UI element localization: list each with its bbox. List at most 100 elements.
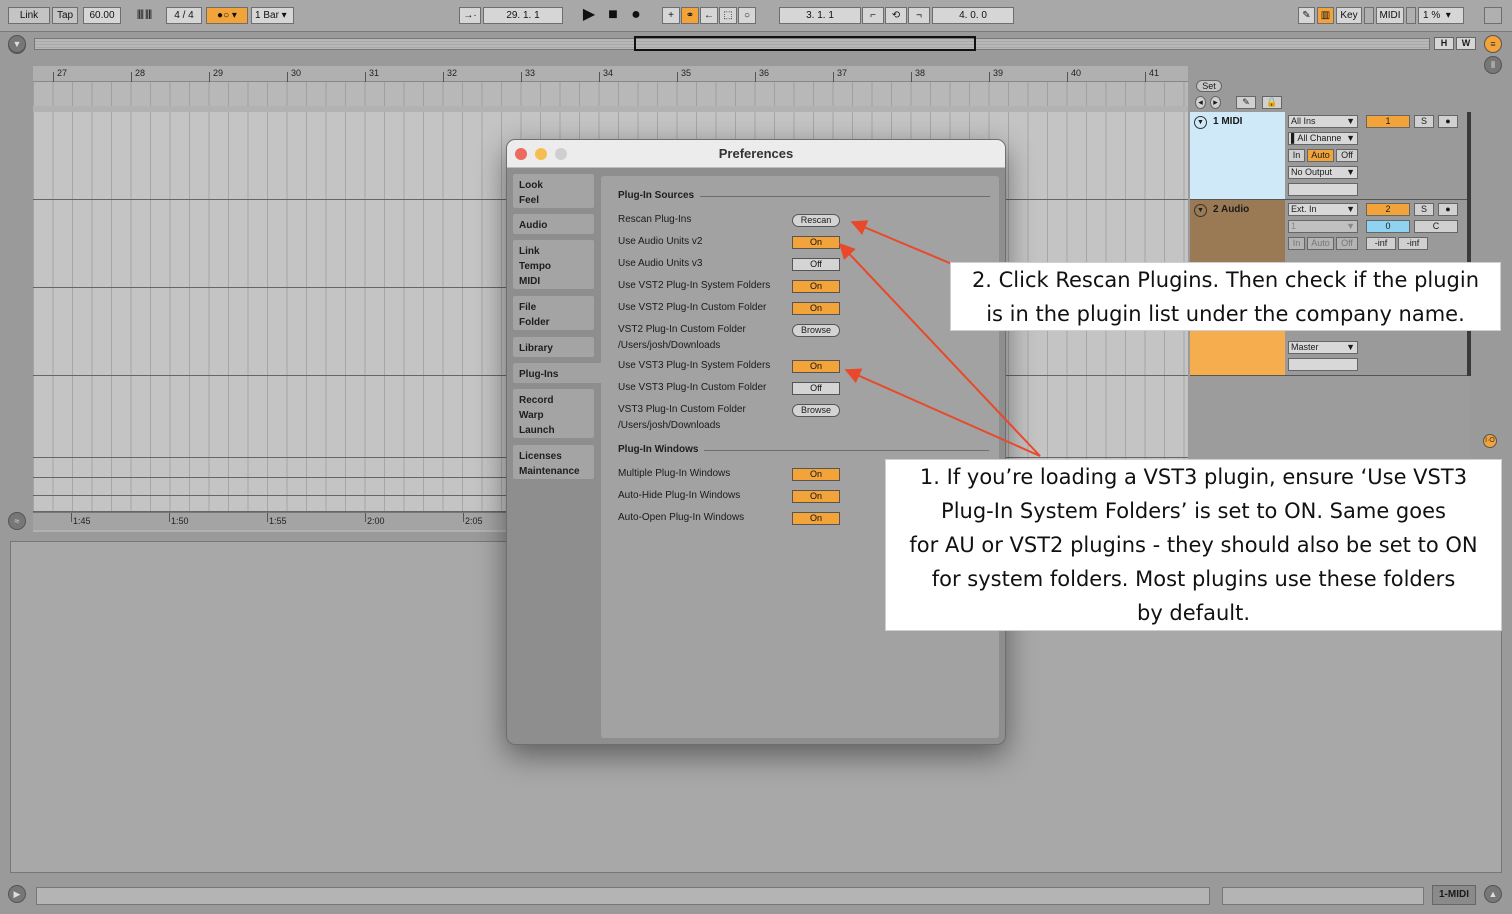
tap-button[interactable]: Tap (52, 7, 78, 24)
view-menu-icon[interactable]: ≡ (1484, 35, 1502, 53)
fold-track-icon[interactable]: ▼ (1194, 204, 1207, 217)
previous-locator-icon[interactable]: ◂ (1195, 96, 1206, 109)
time-signature-field[interactable]: 4 / 4 (166, 7, 202, 24)
tab-audio[interactable]: Audio (513, 214, 594, 234)
play-icon[interactable]: ▶ (578, 7, 600, 24)
monitor-in-button[interactable]: In (1288, 237, 1305, 250)
arrangement-position-field[interactable]: 29. 1. 1 (483, 7, 563, 24)
monitor-off-button[interactable]: Off (1336, 149, 1358, 162)
minimize-window-icon[interactable] (535, 148, 547, 160)
punch-in-icon[interactable]: ⌐ (862, 7, 884, 24)
midi-from-dropdown[interactable]: All Ins ▼ (1288, 115, 1358, 128)
draw-icon[interactable]: ✎ (1236, 96, 1256, 109)
groove-pool-icon[interactable]: ≈ (8, 512, 26, 530)
loop-brace-bar[interactable] (33, 82, 1188, 106)
cpu-meter[interactable]: 1 % ▾ (1418, 7, 1464, 24)
track-name[interactable]: 2 Audio (1213, 204, 1249, 215)
vst3-custom-folder-toggle[interactable]: Off (792, 382, 840, 395)
arm-button[interactable]: ● (1438, 115, 1458, 128)
next-locator-icon[interactable]: ▸ (1210, 96, 1221, 109)
auto-hide-toggle[interactable]: On (792, 490, 840, 503)
quantize-dropdown[interactable]: 1 Bar ▾ (251, 7, 294, 24)
draw-mode-icon[interactable]: ✎ (1298, 7, 1315, 24)
monitor-in-button[interactable]: In (1288, 149, 1305, 162)
vst3-system-folders-toggle[interactable]: On (792, 360, 840, 373)
midi-channel-dropdown[interactable]: ▌All Channe ▼ (1288, 132, 1358, 145)
automation-arm-icon[interactable]: ⚭ (681, 7, 699, 24)
audio-input-channel-dropdown[interactable]: 1 ▼ (1288, 220, 1358, 233)
tab-library[interactable]: Library (513, 337, 594, 357)
fold-track-icon[interactable]: ▼ (1194, 116, 1207, 129)
pan-field[interactable]: C (1414, 220, 1458, 233)
audio-to-dropdown[interactable]: Master ▼ (1288, 341, 1358, 354)
tab-file-folder[interactable]: File Folder (513, 296, 594, 330)
track-name[interactable]: 1 MIDI (1213, 116, 1242, 127)
nudge-icon[interactable]: |||| |||| (124, 7, 164, 24)
multiple-windows-toggle[interactable]: On (792, 468, 840, 481)
optimize-width-button[interactable]: W (1456, 37, 1476, 50)
vst2-browse-button[interactable]: Browse (792, 324, 840, 337)
auto-open-toggle[interactable]: On (792, 512, 840, 525)
capture-icon[interactable]: ⬚ (719, 7, 737, 24)
tab-link-tempo-midi[interactable]: Link Tempo MIDI (513, 240, 594, 289)
tab-plug-ins[interactable]: Plug-Ins (513, 363, 601, 383)
midi-map-button[interactable]: MIDI (1376, 7, 1404, 24)
track-activator-button[interactable]: 2 (1366, 203, 1410, 216)
stop-icon[interactable]: ■ (602, 7, 624, 24)
metronome-button[interactable]: ●○ ▾ (206, 7, 248, 24)
vst2-custom-folder-toggle[interactable]: On (792, 302, 840, 315)
track-activator-button[interactable]: 1 (1366, 115, 1410, 128)
show-detail-view-icon[interactable]: ▲ (1484, 885, 1502, 903)
loop-length-field[interactable]: 4. 0. 0 (932, 7, 1014, 24)
follow-icon[interactable]: →· (459, 7, 481, 24)
tab-licenses-maintenance[interactable]: Licenses Maintenance (513, 445, 594, 479)
beat-time-ruler[interactable]: 27 28 29 30 31 32 33 34 35 36 37 38 39 4… (33, 66, 1188, 82)
arrangement-overview[interactable]: H W (0, 32, 1512, 56)
volume-field[interactable]: 0 (1366, 220, 1410, 233)
audio-to-channel[interactable] (1288, 358, 1358, 371)
io-toggle-icon[interactable]: I·O (1483, 434, 1497, 448)
rescan-button[interactable]: Rescan (792, 214, 840, 227)
set-locator-button[interactable]: Set (1196, 80, 1222, 92)
monitor-auto-button[interactable]: Auto (1307, 149, 1334, 162)
audio-from-dropdown[interactable]: Ext. In ▼ (1288, 203, 1358, 216)
tab-record-warp-launch[interactable]: Record Warp Launch (513, 389, 594, 438)
back-to-arrangement-icon[interactable]: ← (700, 7, 718, 24)
session-record-icon[interactable]: ○ (738, 7, 756, 24)
vst2-system-folders-toggle[interactable]: On (792, 280, 840, 293)
overdub-icon[interactable]: + (662, 7, 680, 24)
monitor-auto-button[interactable]: Auto (1307, 237, 1334, 250)
midi-to-dropdown[interactable]: No Output ▼ (1288, 166, 1358, 179)
link-button[interactable]: Link (8, 7, 50, 24)
loop-switch-icon[interactable]: ⟲ (885, 7, 907, 24)
selected-track-badge[interactable]: 1-MIDI (1432, 885, 1476, 905)
close-window-icon[interactable] (515, 148, 527, 160)
solo-button[interactable]: S (1414, 203, 1434, 216)
tempo-field[interactable]: 60.00 (83, 7, 121, 24)
vst2-folder-label: VST2 Plug-In Custom Folder (618, 324, 746, 335)
solo-button[interactable]: S (1414, 115, 1434, 128)
midi-to-channel[interactable] (1288, 183, 1358, 196)
show-browser-icon[interactable]: ▼ (8, 35, 26, 53)
zoom-window-icon[interactable] (555, 148, 567, 160)
track-title-area[interactable]: ▼ 1 MIDI (1190, 112, 1285, 199)
preferences-title-bar[interactable]: Preferences (507, 140, 1005, 168)
track-header-midi[interactable]: ▼ 1 MIDI All Ins ▼ ▌All Channe ▼ In Auto O… (1190, 112, 1470, 200)
punch-out-icon[interactable]: ¬ (908, 7, 930, 24)
arm-button[interactable]: ● (1438, 203, 1458, 216)
key-map-button[interactable]: Key (1336, 7, 1362, 24)
vst3-browse-button[interactable]: Browse (792, 404, 840, 417)
lock-icon[interactable]: 🔒 (1262, 96, 1282, 109)
computer-keyboard-icon[interactable]: ▥ (1317, 7, 1334, 24)
monitor-off-button[interactable]: Off (1336, 237, 1358, 250)
io-view-icon[interactable]: ⫴ (1484, 56, 1502, 74)
show-info-view-icon[interactable]: ▶ (8, 885, 26, 903)
loop-start-field[interactable]: 3. 1. 1 (779, 7, 861, 24)
optimize-height-button[interactable]: H (1434, 37, 1454, 50)
au-v3-toggle[interactable]: Off (792, 258, 840, 271)
record-icon[interactable]: ● (625, 7, 647, 24)
vst3-folder-path: /Users/josh/Downloads (618, 420, 721, 431)
overview-visible-window[interactable] (634, 36, 976, 51)
tab-look-feel[interactable]: Look Feel (513, 174, 594, 208)
au-v2-toggle[interactable]: On (792, 236, 840, 249)
